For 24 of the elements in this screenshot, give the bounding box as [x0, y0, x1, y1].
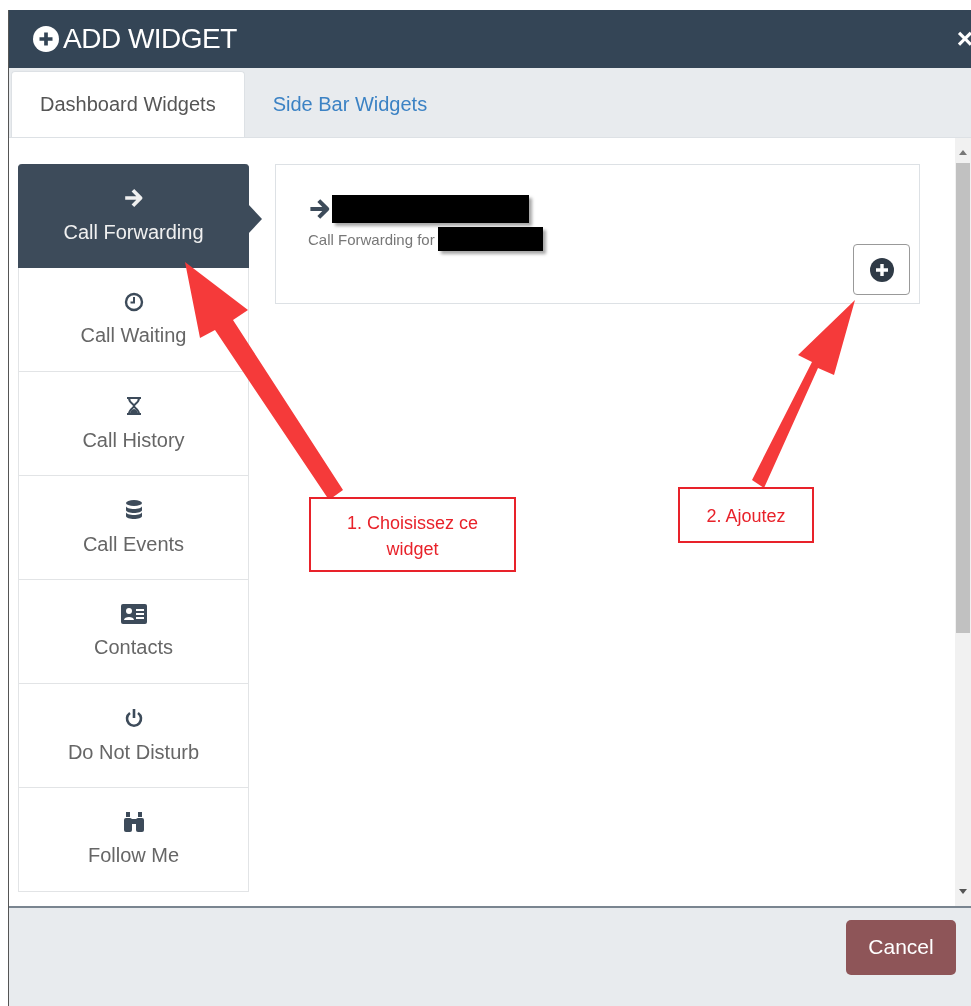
binoculars-icon — [122, 812, 145, 832]
add-button[interactable] — [853, 244, 910, 295]
clock-icon — [123, 292, 144, 312]
widget-list-item[interactable]: Follow Me — [18, 788, 249, 892]
contact-card-icon — [120, 604, 147, 624]
close-button[interactable]: × — [956, 23, 971, 55]
plus-circle-icon — [33, 26, 59, 52]
database-icon — [123, 499, 144, 521]
window-title: ADD WIDGET — [63, 23, 238, 55]
widget-list-item[interactable]: Call History — [18, 372, 249, 476]
scrollbar[interactable] — [955, 138, 971, 906]
widget-description: Call Forwarding for — [308, 230, 435, 248]
power-icon — [123, 707, 144, 729]
arrow-right-icon — [308, 197, 332, 221]
widget-list-item[interactable]: Do Not Disturb — [18, 684, 249, 788]
arrow-right-icon — [122, 187, 145, 209]
annotation-callout: 1. Choisissez ce widget — [309, 497, 516, 572]
plus-circle-icon — [869, 257, 894, 282]
widget-list-item[interactable]: Call Events — [18, 476, 249, 580]
tab[interactable]: Dashboard Widgets — [11, 71, 245, 137]
widget-list-item[interactable]: Contacts — [18, 580, 249, 684]
tab[interactable]: Side Bar Widgets — [244, 71, 456, 137]
annotation-callout: 2. Ajoutez — [678, 487, 814, 543]
cancel-button[interactable]: Cancel — [846, 919, 956, 975]
